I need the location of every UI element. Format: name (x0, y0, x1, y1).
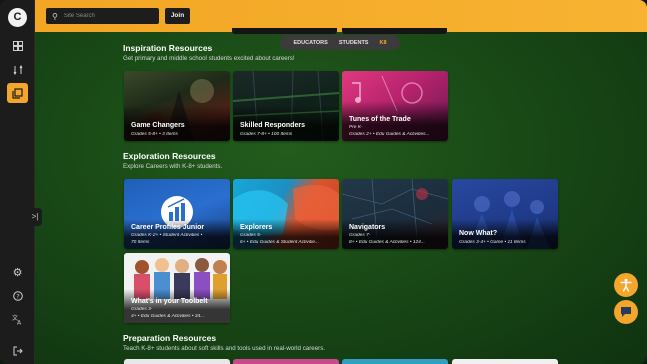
card-peek (233, 359, 339, 364)
resource-card[interactable]: Navigators Grades 7- 8+ • Edu Guides & A… (342, 179, 448, 249)
card-peek (342, 359, 448, 364)
card-meta: 6+ • Edu Guides & Student Activitie... (240, 240, 319, 245)
card-title: Game Changers (131, 122, 185, 129)
resource-card[interactable]: Now What? Grades 3-4+ • Game • 11 Items (452, 179, 558, 249)
card-meta: Grades 2+ • Edu Guides & Activities... (349, 132, 430, 137)
resource-card[interactable]: Career Profiles Junior Grades K-2+ • Stu… (124, 179, 230, 249)
card-peek (342, 28, 447, 34)
search-box[interactable]: ⚲ (46, 8, 159, 24)
help-icon[interactable]: ? (7, 286, 28, 306)
library-icon[interactable] (7, 83, 28, 103)
card-meta-grade: Grades 3- (131, 307, 153, 312)
translate-icon[interactable]: 文A (7, 309, 28, 329)
card-title: Explorers (240, 224, 273, 231)
tab-educators[interactable]: EDUCATORS (294, 40, 328, 46)
resource-card[interactable]: Game Changers Grades 5-8+ • 3 Items (124, 71, 230, 141)
card-peek (124, 359, 230, 364)
chat-button[interactable] (614, 300, 638, 324)
card-meta-grade: Grades K-2+ • Student Activities • (131, 233, 203, 238)
card-peek (232, 28, 337, 34)
resource-card[interactable]: Explorers Grades 5- 6+ • Edu Guides & St… (233, 179, 339, 249)
search-input[interactable] (63, 13, 144, 19)
card-meta: Grades 3-4+ • Game • 11 Items (459, 240, 526, 245)
tab-k8[interactable]: K8 (379, 40, 386, 46)
tab-students[interactable]: STUDENTS (339, 40, 369, 46)
card-meta: Grades 7-8+ • 100 Items (240, 132, 293, 137)
join-button[interactable]: Join (165, 8, 190, 24)
card-meta: 8+ • Edu Guides & Activities • 124... (349, 240, 425, 245)
card-meta-grade: Grades 5- (240, 233, 262, 238)
sidebar-collapse-toggle[interactable]: >| (28, 208, 42, 226)
resource-card[interactable]: Tunes of the Trade Pre K- Grades 2+ • Ed… (342, 71, 448, 141)
sidebar: C ⚙ ? 文A (0, 0, 35, 364)
accessibility-button[interactable] (614, 273, 638, 297)
card-title: Navigators (349, 224, 386, 231)
logo[interactable]: C (8, 8, 27, 27)
resource-card[interactable]: Skilled Responders Grades 7-8+ • 100 Ite… (233, 71, 339, 141)
card-title: Career Profiles Junior (131, 224, 205, 231)
card-title: Skilled Responders (240, 122, 305, 129)
card-meta: 4+ • Edu Guides & Activities • 34... (131, 314, 205, 319)
dashboard-icon[interactable] (7, 36, 28, 56)
svg-text:?: ? (16, 293, 19, 301)
card-meta-grade: Grades 7- (349, 233, 371, 238)
card-title: What's in your Toolbelt (131, 298, 208, 305)
app-window: ⚲ Join EDUCATORS STUDENTS K8 C ⚙ ? 文A (0, 0, 647, 364)
section-subtitle: Explore Careers with K-8+ students. (123, 163, 223, 170)
search-icon: ⚲ (52, 11, 58, 21)
resource-card[interactable]: What's in your Toolbelt Grades 3- 4+ • E… (124, 253, 230, 323)
section-title: Preparation Resources (123, 333, 217, 343)
accessibility-icon (620, 278, 632, 292)
tools-icon[interactable] (7, 60, 28, 80)
settings-icon[interactable]: ⚙ (7, 262, 28, 282)
card-title: Tunes of the Trade (349, 116, 411, 123)
section-subtitle: Teach K-8+ students about soft skills an… (123, 345, 326, 352)
svg-text:A: A (17, 319, 22, 325)
card-meta: Grades 5-8+ • 3 Items (131, 132, 178, 137)
section-subtitle: Get primary and middle school students e… (123, 55, 295, 62)
card-peek (452, 359, 558, 364)
card-title: Now What? (459, 230, 498, 237)
chat-icon (621, 307, 631, 317)
card-meta-grade: Pre K- (349, 125, 363, 130)
top-bar: ⚲ Join (35, 0, 647, 32)
logout-icon[interactable] (7, 341, 28, 361)
section-title: Exploration Resources (123, 151, 216, 161)
audience-tabs: EDUCATORS STUDENTS K8 (280, 35, 400, 50)
card-meta: 70 Items (131, 240, 150, 245)
section-title: Inspiration Resources (123, 43, 213, 53)
